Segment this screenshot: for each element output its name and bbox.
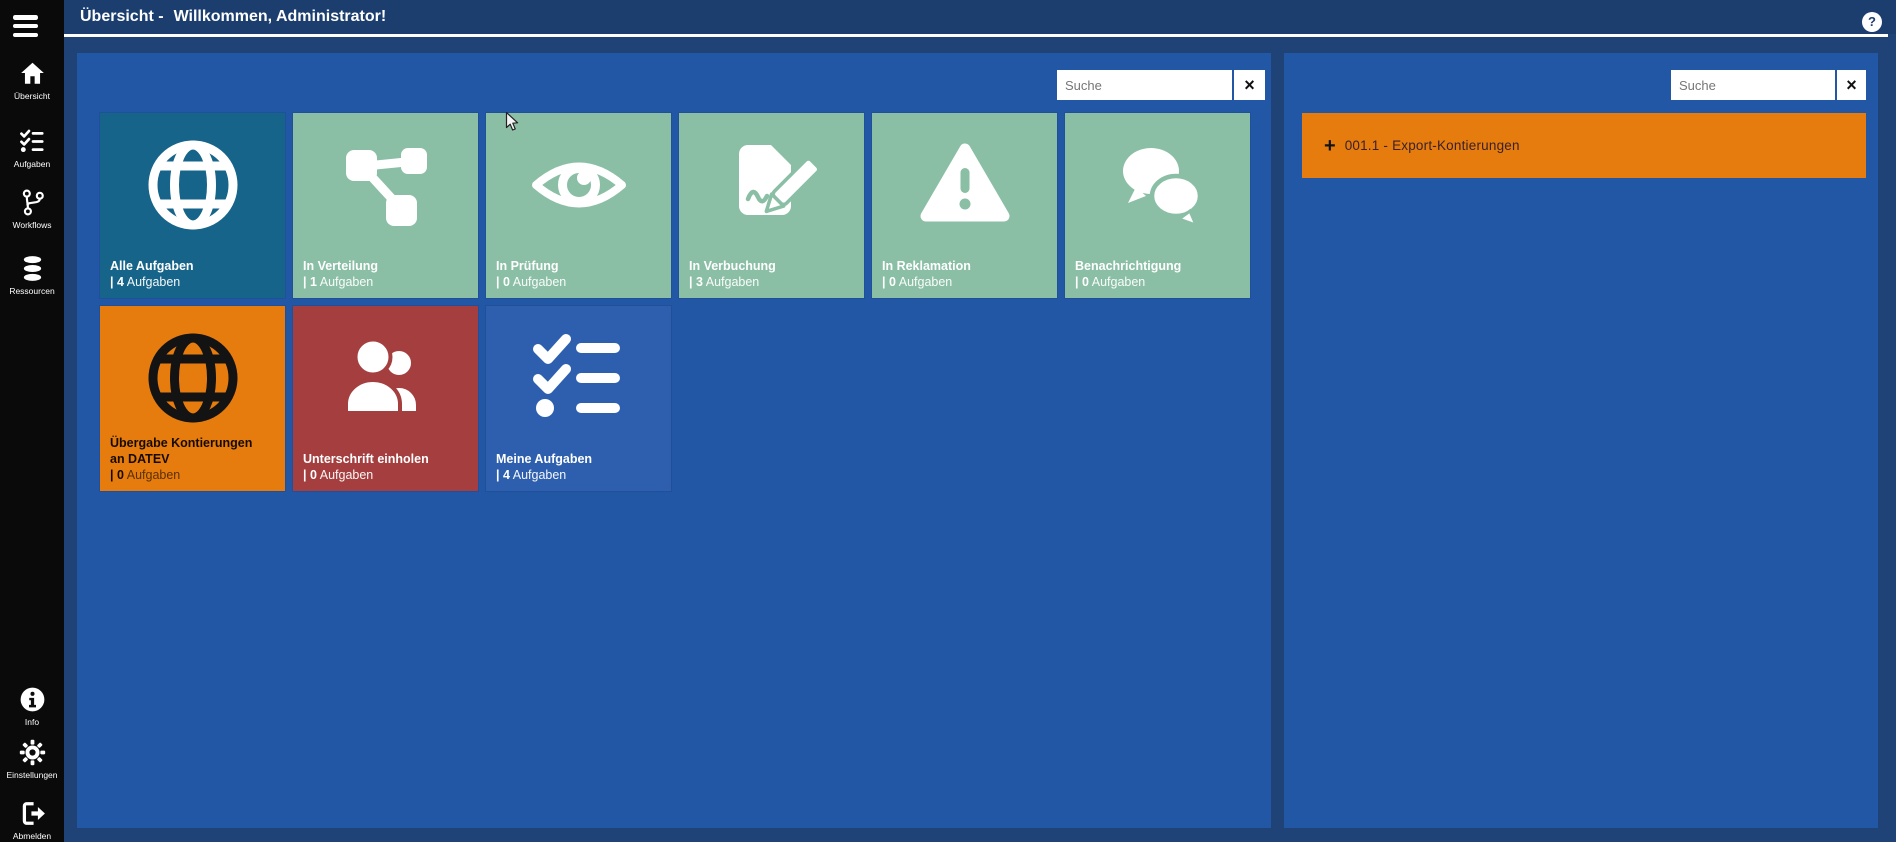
tile-count: | 4 Aufgaben [496,467,666,483]
tile-title: Übergabe Kontierungenan DATEV [110,435,280,467]
workflows-search-clear-button[interactable]: × [1837,70,1866,100]
workflow-item-001-1-export-kontierungen[interactable]: + 001.1 - Export-Kontierungen [1302,113,1866,178]
sidebar-item-aufgaben[interactable]: Aufgaben [0,128,64,170]
sidebar-item-label: Workflows [12,220,51,231]
tile-count: | 0 Aufgaben [1075,274,1245,290]
logout-icon [19,800,46,827]
tile-label: Benachrichtigung | 0 Aufgaben [1075,258,1245,290]
tile-label: Übergabe Kontierungenan DATEV | 0 Aufgab… [110,435,280,483]
tile-title: Unterschrift einholen [303,451,473,467]
tile-label: Unterschrift einholen | 0 Aufgaben [303,451,473,483]
checklist-icon [19,128,46,155]
tile-in-verbuchung[interactable]: In Verbuchung | 3 Aufgaben [679,113,864,298]
tile-meine-aufgaben[interactable]: Meine Aufgaben | 4 Aufgaben [486,306,671,491]
people-icon [336,328,436,428]
tile-count: | 1 Aufgaben [303,274,473,290]
tile-title: Meine Aufgaben [496,451,666,467]
tile-title: In Prüfung [496,258,666,274]
branch-icon [19,189,46,216]
tile-count: | 0 Aufgaben [496,274,666,290]
tile-label: In Prüfung | 0 Aufgaben [496,258,666,290]
globe-icon [143,328,243,428]
sidebar-item-info[interactable]: Info [0,686,64,728]
tile-label: In Reklamation | 0 Aufgaben [882,258,1052,290]
tile-count: | 0 Aufgaben [110,467,280,483]
workflow-item-label: 001.1 - Export-Kontierungen [1345,138,1520,153]
page-title: Übersicht - Willkommen, Administrator! [80,0,386,33]
sitemap-icon [336,135,436,235]
tile-label: Meine Aufgaben | 4 Aufgaben [496,451,666,483]
eye-icon [529,135,629,235]
sidebar-item-workflows[interactable]: Workflows [0,189,64,231]
gear-icon [19,739,46,766]
page-title-prefix: Übersicht - [80,8,164,25]
home-icon [19,60,46,87]
sidebar-item-einstellungen[interactable]: Einstellungen [0,739,64,781]
sidebar-item-label: Ressourcen [9,286,54,297]
tile-count: | 0 Aufgaben [303,467,473,483]
globe-icon [143,135,243,235]
workflows-search: × [1671,70,1866,100]
tile-in-verteilung[interactable]: In Verteilung | 1 Aufgaben [293,113,478,298]
menu-icon[interactable] [13,15,38,37]
sidebar-item-label: Info [25,717,39,728]
tasks-panel: Aufgaben 21 × Alle Aufgaben | 4 Aufgaben… [77,53,1271,828]
tile-label: In Verteilung | 1 Aufgaben [303,258,473,290]
tasks-search: × [1057,70,1265,100]
tile-title: Alle Aufgaben [110,258,280,274]
warning-icon [915,135,1015,235]
tile-benachrichtigung[interactable]: Benachrichtigung | 0 Aufgaben [1065,113,1250,298]
tile-count: | 3 Aufgaben [689,274,859,290]
tile-label: In Verbuchung | 3 Aufgaben [689,258,859,290]
tile-in-reklamation[interactable]: In Reklamation | 0 Aufgaben [872,113,1057,298]
sidebar-item-ressourcen[interactable]: Ressourcen [0,255,64,297]
tile-title: In Verbuchung [689,258,859,274]
tile-title: In Verteilung [303,258,473,274]
signdoc-icon [722,135,822,235]
tile-übergabe-kontierungen-an-datev[interactable]: Übergabe Kontierungenan DATEV | 0 Aufgab… [100,306,285,491]
workflows-panel: Workflows starten × + 001.1 - Export-Kon… [1284,53,1878,828]
help-icon[interactable]: ? [1862,12,1882,32]
tile-count: | 4 Aufgaben [110,274,280,290]
sidebar: Übersicht Aufgaben Workflows Ressourcen … [0,0,64,842]
tile-in-prüfung[interactable]: In Prüfung | 0 Aufgaben [486,113,671,298]
chat-icon [1108,135,1208,235]
workflows-search-input[interactable] [1671,70,1835,100]
sidebar-item-label: Einstellungen [6,770,57,781]
tile-label: Alle Aufgaben | 4 Aufgaben [110,258,280,290]
header: Übersicht - Willkommen, Administrator! [64,0,1896,34]
header-underline [64,34,1888,37]
tile-count: | 0 Aufgaben [882,274,1052,290]
tile-title: Benachrichtigung [1075,258,1245,274]
checklist-icon [529,328,629,428]
tasks-search-input[interactable] [1057,70,1232,100]
page-title-main: Willkommen, Administrator! [174,8,387,25]
tile-title: In Reklamation [882,258,1052,274]
sidebar-item-übersicht[interactable]: Übersicht [0,60,64,102]
info-icon [19,686,46,713]
database-icon [19,255,46,282]
sidebar-item-label: Abmelden [13,831,51,842]
tile-unterschrift-einholen[interactable]: Unterschrift einholen | 0 Aufgaben [293,306,478,491]
sidebar-item-label: Aufgaben [14,159,50,170]
sidebar-item-abmelden[interactable]: Abmelden [0,800,64,842]
tasks-search-clear-button[interactable]: × [1234,70,1265,100]
tile-alle-aufgaben[interactable]: Alle Aufgaben | 4 Aufgaben [100,113,285,298]
sidebar-item-label: Übersicht [14,91,50,102]
plus-icon: + [1324,136,1336,156]
